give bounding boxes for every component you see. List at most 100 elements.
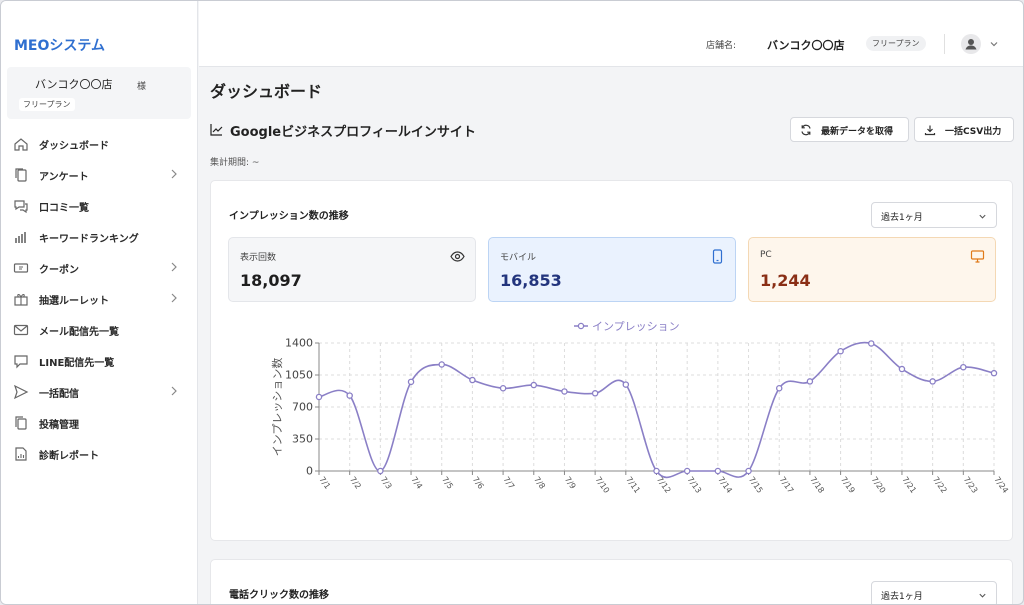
data-point xyxy=(714,467,722,475)
x-tick-label: 7/19 xyxy=(839,475,857,495)
data-point xyxy=(469,376,476,384)
chevron-right-icon[interactable] xyxy=(168,291,180,305)
app-window: MEOシステム バンコク〇〇店 様 フリープラン ダッシュボード アンケート 口コミ… xyxy=(0,0,1024,605)
eye-icon xyxy=(450,251,465,262)
chevron-right-icon[interactable] xyxy=(168,167,180,181)
stat-total-label: 表示回数 xyxy=(240,253,277,263)
stat-card-total: 表示回数 18,097 xyxy=(228,237,476,302)
legend-marker xyxy=(577,322,585,330)
documents-icon xyxy=(15,168,27,182)
refresh-data-button[interactable]: 最新データを取得 xyxy=(790,117,909,142)
stat-mobile-label: モバイル xyxy=(500,253,537,263)
page-title: ダッシュボード xyxy=(210,82,323,101)
ticket-icon xyxy=(13,263,29,273)
x-tick-label: 7/18 xyxy=(808,475,826,495)
sidebar-item-send[interactable]: 一括配信 xyxy=(1,376,198,407)
y-tick-label: 1400 xyxy=(285,337,313,350)
y-tick-label: 700 xyxy=(292,401,313,414)
sidebar-item-label: 抽選ルーレット xyxy=(39,296,109,307)
sidebar-plan-badge: フリープラン xyxy=(19,98,75,111)
data-point xyxy=(960,363,967,371)
data-point xyxy=(868,340,875,347)
data-point xyxy=(775,385,783,392)
header-divider xyxy=(944,34,945,54)
y-axis-label: インプレッション数 xyxy=(271,358,284,457)
sidebar-item-label: 一括配信 xyxy=(39,389,79,400)
calls-range-select[interactable]: 過去1ヶ月 xyxy=(871,581,997,604)
csv-export-label: 一括CSV出力 xyxy=(945,127,1002,137)
sidebar-item-envelope[interactable]: メール配信先一覧 xyxy=(1,314,198,345)
data-point xyxy=(346,392,353,399)
y-tick-label: 1050 xyxy=(285,369,313,382)
x-tick-label: 7/1 xyxy=(317,475,332,491)
calls-card: 電話クリック数の推移 過去1ヶ月 xyxy=(210,559,1013,604)
sidebar-store-name: バンコク〇〇店 xyxy=(35,78,113,91)
data-point xyxy=(561,388,568,395)
sidebar-item-copy[interactable]: 投稿管理 xyxy=(1,407,198,438)
sidebar-item-bar-chart[interactable]: キーワードランキング xyxy=(1,221,198,252)
account-chevron-down-icon[interactable] xyxy=(989,39,999,49)
x-tick-label: 7/20 xyxy=(870,475,888,495)
monitor-icon xyxy=(970,250,985,263)
x-tick-label: 7/21 xyxy=(900,475,918,495)
user-icon xyxy=(965,39,977,50)
period-label: 集計期間: ~ xyxy=(210,158,260,168)
stat-pc-label: PC xyxy=(760,250,772,260)
sidebar-item-label: アンケート xyxy=(39,172,89,183)
data-point xyxy=(653,467,660,475)
report-icon xyxy=(15,447,27,461)
sidebar-item-ticket[interactable]: クーポン xyxy=(1,252,198,283)
chevron-right-icon[interactable] xyxy=(168,384,180,398)
data-point xyxy=(591,390,599,397)
x-tick-label: 7/9 xyxy=(563,475,578,491)
section-title: Googleビジネスプロフィールインサイト xyxy=(230,125,476,140)
data-point xyxy=(683,467,691,475)
send-icon xyxy=(13,384,29,400)
chat-bubbles-icon xyxy=(14,200,28,214)
sidebar-item-speech-bubble[interactable]: LINE配信先一覧 xyxy=(1,345,198,376)
sidebar-item-gift[interactable]: 抽選ルーレット xyxy=(1,283,198,314)
impressions-range-select[interactable]: 過去1ヶ月 xyxy=(871,202,997,228)
x-tick-label: 7/6 xyxy=(471,475,486,491)
refresh-data-label: 最新データを取得 xyxy=(821,127,894,137)
brand-logo[interactable]: MEOシステム xyxy=(14,35,105,55)
sidebar-item-report[interactable]: 診断レポート xyxy=(1,438,198,469)
refresh-icon xyxy=(801,124,811,136)
y-tick-label: 0 xyxy=(306,465,313,478)
data-point xyxy=(929,378,936,385)
data-point xyxy=(438,361,445,368)
stat-mobile-value: 16,853 xyxy=(500,271,562,290)
legend-label: インプレッション xyxy=(592,320,680,333)
stat-card-pc: PC 1,244 xyxy=(748,237,996,302)
top-header: 店舗名: バンコク〇〇店 フリープラン xyxy=(199,1,1023,67)
x-tick-label: 7/24 xyxy=(992,475,1009,495)
y-tick-label: 350 xyxy=(292,433,313,446)
stat-pc-value: 1,244 xyxy=(760,271,811,290)
sidebar-item-documents[interactable]: アンケート xyxy=(1,159,198,190)
data-point xyxy=(499,385,507,392)
sidebar-item-chat-bubbles[interactable]: 口コミ一覧 xyxy=(1,190,198,221)
csv-export-button[interactable]: 一括CSV出力 xyxy=(914,117,1014,142)
x-tick-label: 7/13 xyxy=(686,475,704,495)
data-point xyxy=(377,467,384,475)
speech-bubble-icon xyxy=(14,355,28,369)
envelope-icon xyxy=(13,324,29,336)
x-tick-label: 7/5 xyxy=(440,475,455,491)
x-tick-label: 7/8 xyxy=(532,475,547,491)
sidebar-nav: ダッシュボードアンケート口コミ一覧 キーワードランキング クーポン抽選ルーレットメー… xyxy=(1,128,198,469)
impressions-range-value: 過去1ヶ月 xyxy=(881,213,923,223)
x-tick-label: 7/2 xyxy=(348,475,363,491)
sidebar-item-label: 投稿管理 xyxy=(39,420,79,431)
sidebar-item-home[interactable]: ダッシュボード xyxy=(1,128,198,159)
calls-card-title: 電話クリック数の推移 xyxy=(229,590,329,601)
line-chart-icon xyxy=(210,124,223,136)
x-tick-label: 7/3 xyxy=(379,475,394,491)
sidebar-item-label: 診断レポート xyxy=(39,451,99,462)
data-point xyxy=(837,347,844,355)
gift-icon xyxy=(14,294,28,306)
bar-chart-icon xyxy=(15,232,26,243)
user-avatar[interactable] xyxy=(961,34,981,54)
impressions-card-title: インプレッション数の推移 xyxy=(229,211,349,222)
chevron-right-icon[interactable] xyxy=(168,260,180,274)
chevron-down-icon xyxy=(979,593,986,598)
